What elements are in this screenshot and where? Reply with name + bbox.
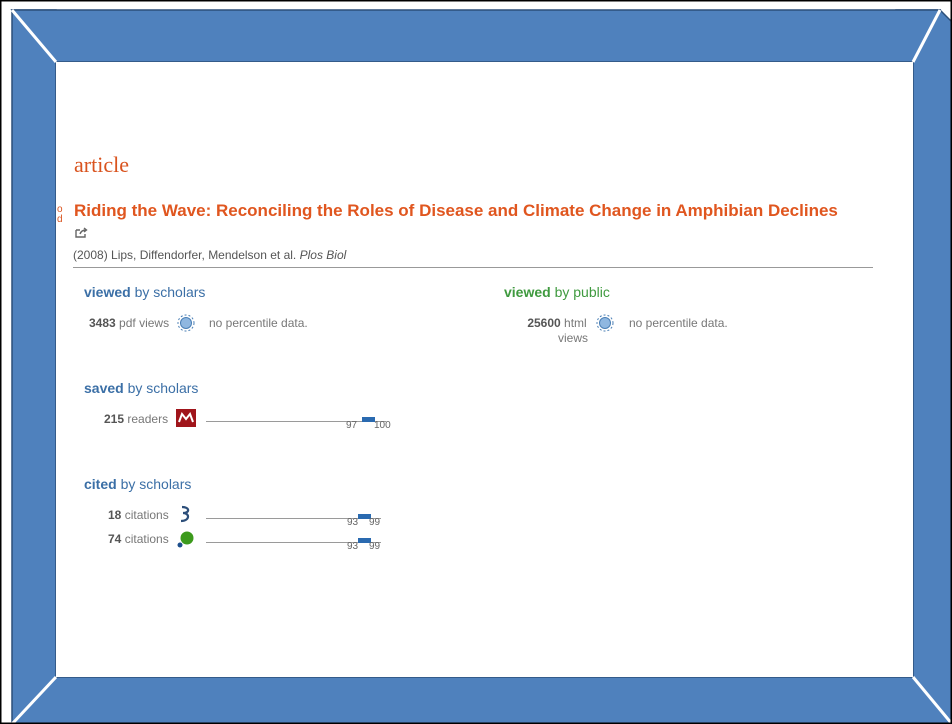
scopus-icon[interactable] <box>176 529 196 549</box>
citation-authors: (2008) Lips, Diffendorfer, Mendelson et … <box>73 248 297 262</box>
no-percentile-text: no percentile data. <box>209 316 308 330</box>
percentile-high-label: 100 <box>374 420 391 431</box>
percentile-low-label: 93 <box>347 517 359 528</box>
article-citation: (2008) Lips, Diffendorfer, Mendelson et … <box>73 248 346 262</box>
no-percentile-text: no percentile data. <box>629 316 728 330</box>
share-icon[interactable] <box>73 226 89 240</box>
mendeley-icon[interactable] <box>176 409 196 427</box>
article-title-link[interactable]: Riding the Wave: Reconciling the Roles o… <box>74 201 838 221</box>
pmc-citations-metric[interactable]: 18 citations <box>108 508 169 522</box>
readers-metric[interactable]: 215 readers <box>104 412 168 426</box>
percentile-low-label: 93 <box>347 541 359 552</box>
html-views-metric[interactable]: 25600 html views <box>526 316 588 346</box>
percentile-high-label: 99 <box>369 541 381 552</box>
percentile-track <box>206 421 386 422</box>
scopus-citations-metric[interactable]: 74 citations <box>108 532 169 546</box>
article-panel: article o d Riding the Wave: Reconciling… <box>56 62 913 677</box>
percentile-low-label: 97 <box>346 420 358 431</box>
divider <box>73 267 873 268</box>
saved-by-scholars-title: saved by scholars <box>84 380 199 396</box>
pubmed-globe-icon[interactable] <box>595 314 615 332</box>
side-mark: o d <box>57 204 63 225</box>
cited-by-scholars-title: cited by scholars <box>84 476 192 492</box>
citation-journal: Plos Biol <box>299 248 347 262</box>
section-heading: article <box>74 152 129 177</box>
pubmed-central-icon[interactable] <box>178 505 194 523</box>
percentile-high-label: 99 <box>369 517 381 528</box>
pubmed-globe-icon[interactable] <box>176 314 196 332</box>
viewed-by-scholars-title: viewed by scholars <box>84 284 206 300</box>
viewed-by-public-title: viewed by public <box>504 284 610 300</box>
pdf-views-metric[interactable]: 3483 pdf views <box>89 316 169 330</box>
